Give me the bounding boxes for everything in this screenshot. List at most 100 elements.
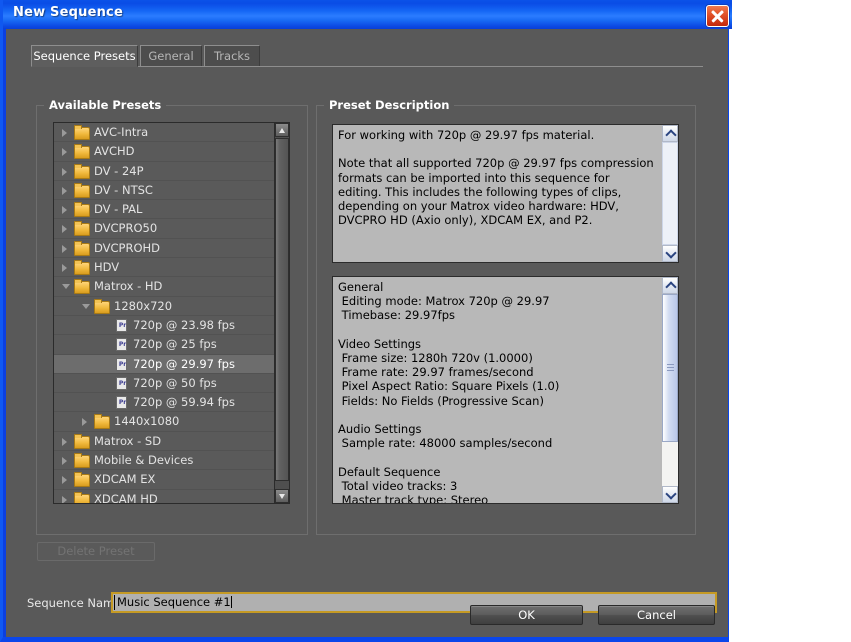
delete-preset-button[interactable]: Delete Preset bbox=[37, 542, 155, 561]
preset-details-scrollbar[interactable] bbox=[662, 277, 678, 503]
premiere-preset-icon bbox=[116, 376, 128, 390]
tree-row[interactable]: XDCAM HD bbox=[54, 490, 276, 503]
tree-row[interactable]: AVCHD bbox=[54, 142, 276, 162]
folder-icon bbox=[74, 182, 90, 198]
tree-row-label: Matrox - SD bbox=[94, 433, 162, 448]
ok-label: OK bbox=[518, 608, 535, 622]
chevron-right-icon[interactable] bbox=[82, 418, 87, 427]
premiere-preset-icon bbox=[116, 338, 128, 352]
tree-row-label: 720p @ 29.97 fps bbox=[133, 356, 235, 371]
tree-row[interactable]: XDCAM EX bbox=[54, 470, 276, 490]
tree-row[interactable]: DVCPRO50 bbox=[54, 219, 276, 239]
tree-row[interactable]: HDV bbox=[54, 258, 276, 278]
available-presets-title: Available Presets bbox=[44, 98, 167, 112]
tree-row[interactable]: DV - 24P bbox=[54, 162, 276, 181]
chevron-right-icon[interactable] bbox=[62, 186, 67, 195]
tree-row[interactable]: Matrox - SD bbox=[54, 432, 276, 452]
tab-label: Sequence Presets bbox=[33, 49, 136, 63]
folder-icon bbox=[74, 279, 90, 295]
tree-row[interactable]: DVCPROHD bbox=[54, 239, 276, 259]
cancel-button[interactable]: Cancel bbox=[598, 605, 715, 625]
cancel-label: Cancel bbox=[637, 608, 676, 622]
tab-label: General bbox=[148, 49, 194, 63]
chevron-right-icon[interactable] bbox=[62, 495, 67, 503]
tab-label: Tracks bbox=[213, 49, 251, 63]
chevron-right-icon[interactable] bbox=[62, 476, 67, 485]
window-title: New Sequence bbox=[13, 5, 123, 20]
folder-icon bbox=[94, 414, 110, 430]
close-icon[interactable] bbox=[706, 5, 729, 27]
preset-summary-text: For working with 720p @ 29.97 fps materi… bbox=[338, 128, 654, 228]
chevron-right-icon[interactable] bbox=[62, 264, 67, 273]
chevron-down-icon[interactable] bbox=[82, 303, 90, 309]
chevron-right-icon[interactable] bbox=[62, 437, 67, 446]
tree-row-label: Mobile & Devices bbox=[94, 453, 194, 468]
folder-icon bbox=[74, 472, 90, 488]
folder-icon bbox=[74, 260, 90, 276]
scrollbar-thumb[interactable] bbox=[662, 142, 678, 245]
tree-row[interactable]: 720p @ 59.94 fps bbox=[54, 393, 276, 413]
chevron-right-icon[interactable] bbox=[62, 244, 67, 253]
title-bar[interactable]: New Sequence bbox=[3, 0, 732, 29]
presets-tree-scrollbar[interactable] bbox=[274, 123, 289, 503]
folder-icon bbox=[74, 491, 90, 503]
tree-row-label: DVCPROHD bbox=[94, 240, 161, 255]
premiere-preset-icon bbox=[116, 318, 128, 332]
tree-row[interactable]: 720p @ 50 fps bbox=[54, 374, 276, 394]
tree-row[interactable]: Matrox - HD bbox=[54, 277, 276, 297]
tree-row[interactable]: DV - NTSC bbox=[54, 181, 276, 201]
tab-sequence-presets[interactable]: Sequence Presets bbox=[31, 45, 138, 67]
preset-description-title: Preset Description bbox=[324, 98, 455, 112]
scroll-up-arrow-icon[interactable] bbox=[662, 277, 678, 294]
preset-summary-scrollbar[interactable] bbox=[662, 125, 678, 262]
folder-icon bbox=[74, 163, 90, 179]
tree-row-label: DV - NTSC bbox=[94, 182, 153, 197]
tab-bar: Sequence Presets General Tracks bbox=[31, 45, 703, 67]
tree-row-label: XDCAM EX bbox=[94, 472, 156, 487]
scroll-up-arrow-icon[interactable] bbox=[662, 125, 678, 142]
scrollbar-thumb[interactable] bbox=[275, 138, 289, 481]
tab-general[interactable]: General bbox=[140, 45, 202, 67]
tree-row-label: 720p @ 23.98 fps bbox=[133, 317, 235, 332]
chevron-right-icon[interactable] bbox=[62, 457, 67, 466]
chevron-down-icon[interactable] bbox=[62, 284, 70, 290]
folder-icon bbox=[94, 298, 110, 314]
folder-icon bbox=[74, 453, 90, 469]
tab-tracks[interactable]: Tracks bbox=[204, 45, 260, 67]
folder-icon bbox=[74, 221, 90, 237]
presets-tree-rows: AVC-Intra AVCHD DV - 24P DV - NTSC DV - PAL D… bbox=[54, 123, 276, 503]
tree-row[interactable]: 720p @ 23.98 fps bbox=[54, 316, 276, 336]
preset-details-text: General Editing mode: Matrox 720p @ 29.9… bbox=[338, 280, 560, 504]
scroll-down-arrow-icon[interactable] bbox=[275, 489, 289, 503]
chevron-right-icon[interactable] bbox=[62, 225, 67, 234]
scrollbar-thumb[interactable] bbox=[662, 294, 678, 442]
premiere-preset-icon bbox=[116, 357, 128, 371]
folder-icon bbox=[74, 125, 90, 140]
tree-row-label: 1280x720 bbox=[114, 298, 173, 313]
tree-row[interactable]: 720p @ 29.97 fps bbox=[54, 354, 276, 374]
scroll-down-arrow-icon[interactable] bbox=[662, 486, 678, 503]
chevron-right-icon[interactable] bbox=[62, 206, 67, 215]
preset-details-box: General Editing mode: Matrox 720p @ 29.9… bbox=[332, 276, 679, 504]
scroll-down-arrow-icon[interactable] bbox=[662, 245, 678, 262]
tree-row-label: DV - PAL bbox=[94, 202, 143, 217]
tree-row[interactable]: 1440x1080 bbox=[54, 412, 276, 432]
tree-row-label: 720p @ 50 fps bbox=[133, 375, 217, 390]
presets-tree[interactable]: AVC-Intra AVCHD DV - 24P DV - NTSC DV - PAL D… bbox=[53, 122, 290, 504]
scrollbar-grip-icon bbox=[667, 364, 674, 372]
tree-row[interactable]: 720p @ 25 fps bbox=[54, 335, 276, 355]
tree-row-label: HDV bbox=[94, 260, 120, 275]
ok-button[interactable]: OK bbox=[470, 605, 583, 625]
tree-row[interactable]: DV - PAL bbox=[54, 200, 276, 220]
tree-row[interactable]: Mobile & Devices bbox=[54, 451, 276, 471]
tree-row-label: 720p @ 25 fps bbox=[133, 337, 217, 352]
folder-icon bbox=[74, 144, 90, 160]
tree-row[interactable]: 1280x720 bbox=[54, 297, 276, 316]
preset-summary-box: For working with 720p @ 29.97 fps materi… bbox=[332, 124, 679, 263]
chevron-right-icon[interactable] bbox=[62, 148, 67, 157]
chevron-right-icon[interactable] bbox=[62, 167, 67, 176]
chevron-right-icon[interactable] bbox=[62, 129, 67, 137]
scroll-up-arrow-icon[interactable] bbox=[275, 123, 289, 137]
tree-row[interactable]: AVC-Intra bbox=[54, 123, 276, 143]
text-caret bbox=[230, 596, 232, 608]
